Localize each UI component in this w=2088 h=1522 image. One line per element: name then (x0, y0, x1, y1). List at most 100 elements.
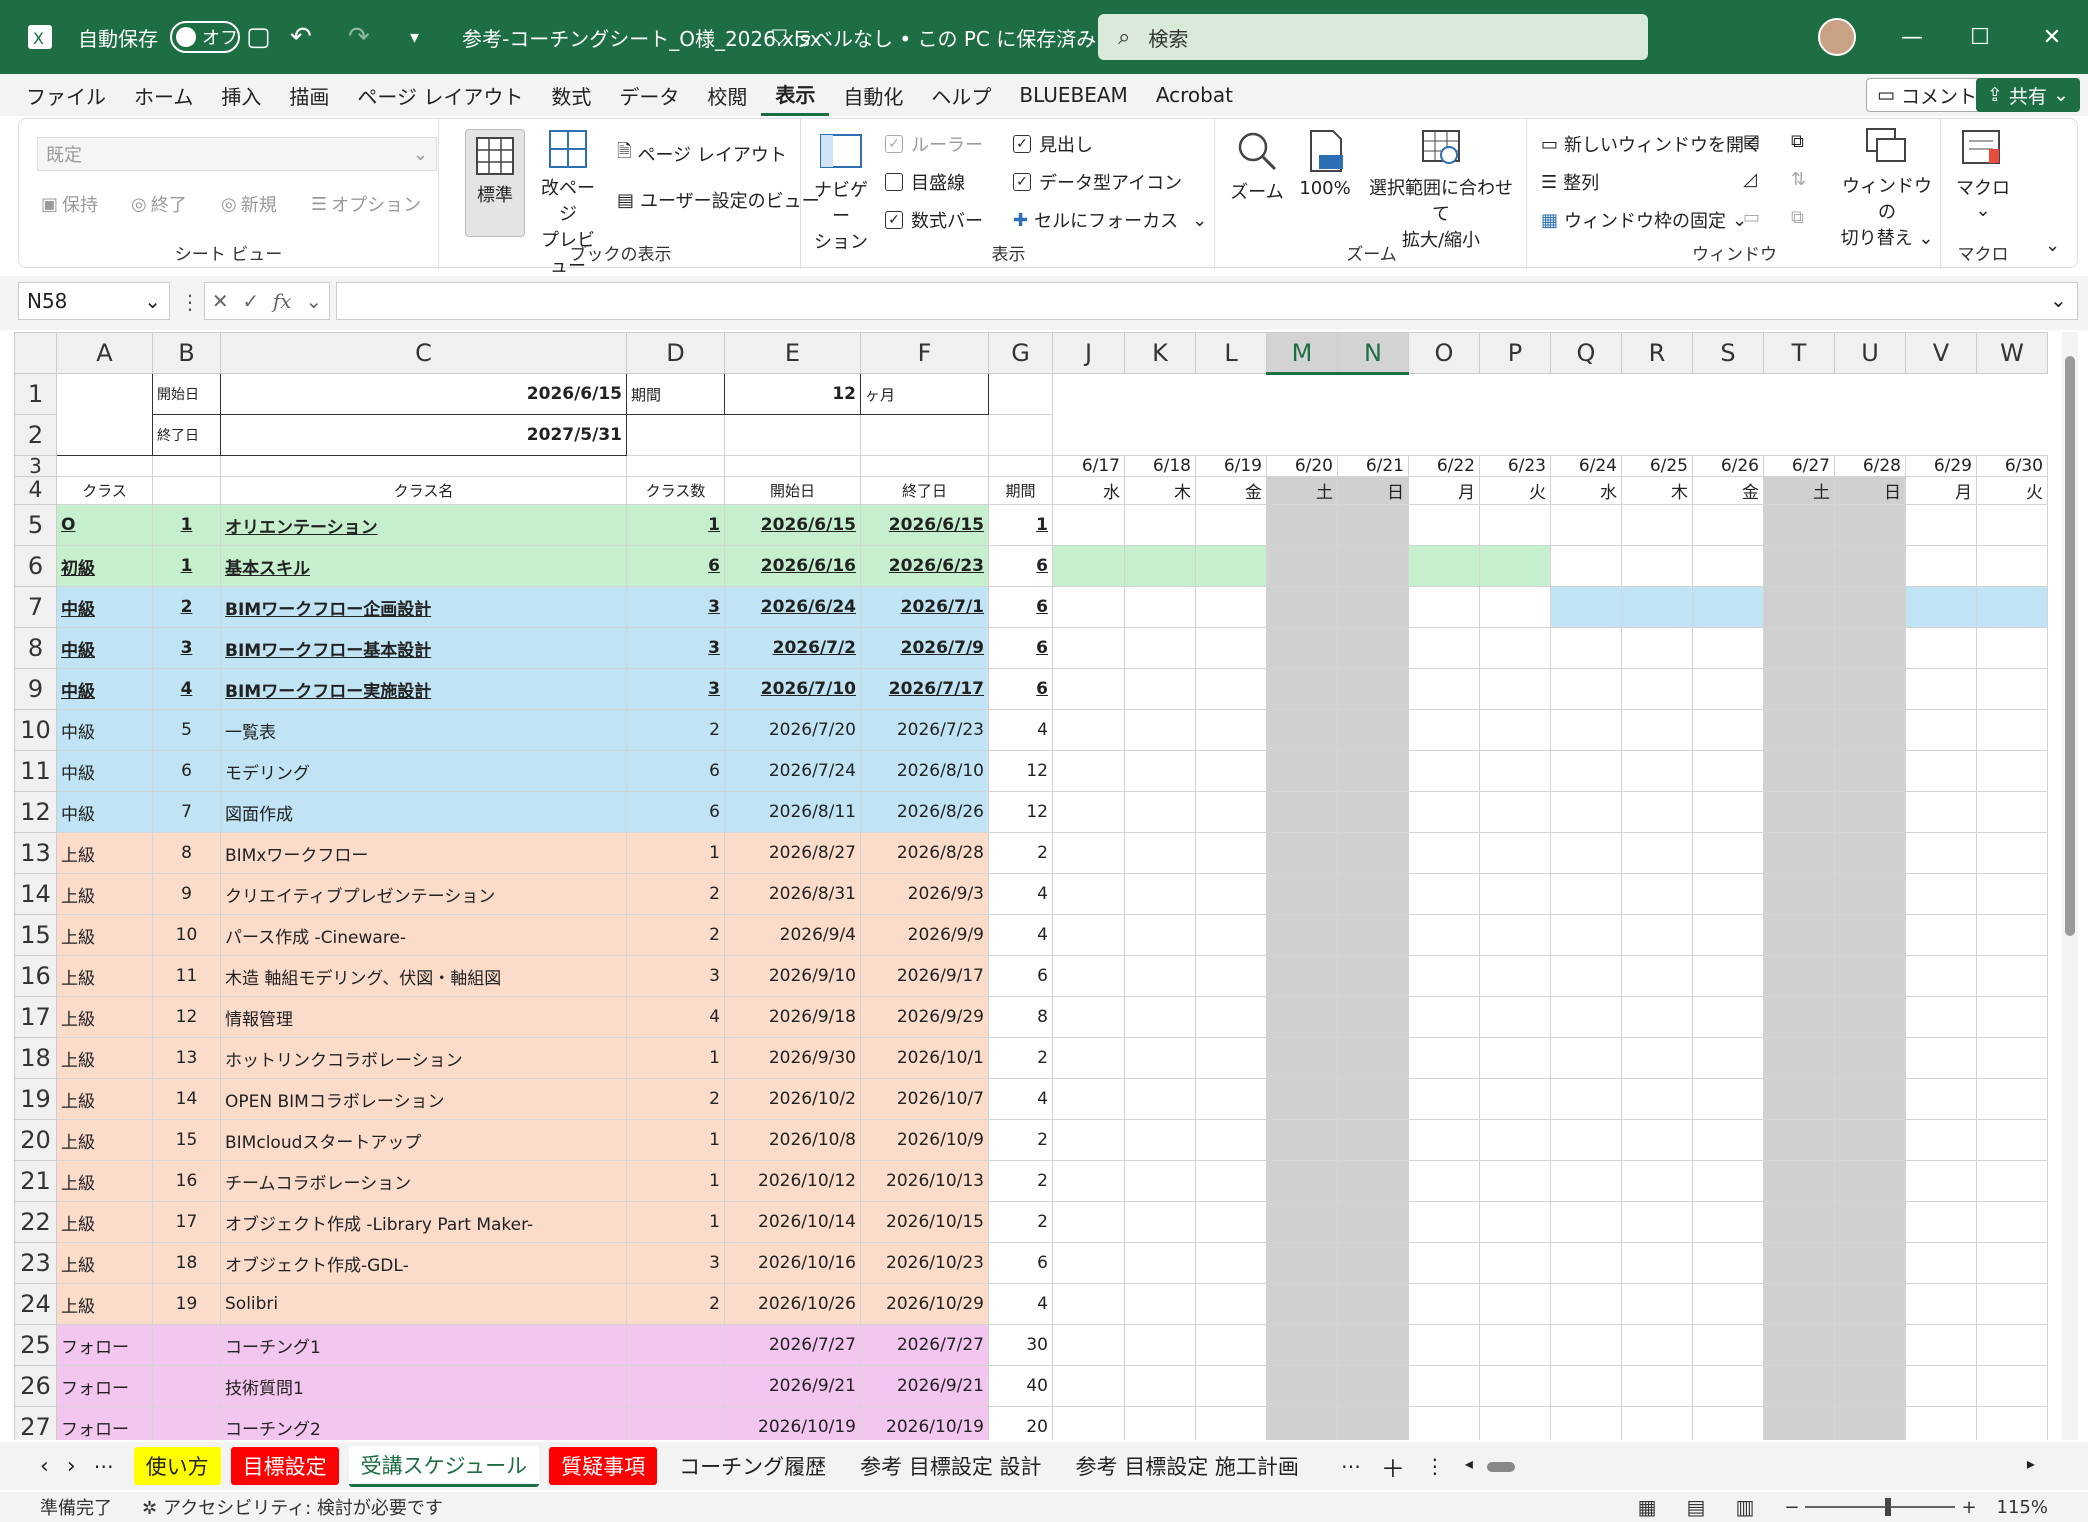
name-box[interactable]: N58 ⌄ (18, 282, 170, 320)
start-date-cell[interactable]: 2026/7/20 (724, 709, 861, 751)
start-date-cell[interactable]: 2026/8/27 (724, 832, 861, 874)
zoom-level[interactable]: 115% (1997, 1497, 2048, 1518)
cell[interactable]: 2027/5/31 (220, 414, 627, 456)
column-header[interactable]: R (1621, 332, 1693, 374)
row-header[interactable]: 26 (14, 1365, 57, 1407)
class-name-cell[interactable]: 一覧表 (220, 709, 627, 751)
schedule-cell[interactable] (1266, 873, 1338, 915)
schedule-cell[interactable] (1834, 791, 1906, 833)
schedule-cell[interactable] (1124, 627, 1196, 669)
start-date-cell[interactable]: 2026/6/15 (724, 504, 861, 546)
schedule-cell[interactable] (1052, 955, 1125, 997)
schedule-cell[interactable] (1124, 1078, 1196, 1120)
schedule-cell[interactable] (1976, 709, 2048, 751)
class-name-cell[interactable]: ホットリンクコラボレーション (220, 1037, 627, 1079)
schedule-cell[interactable] (1195, 996, 1267, 1038)
cell[interactable]: 終了日 (152, 414, 221, 456)
class-name-cell[interactable]: オリエンテーション (220, 504, 627, 546)
schedule-cell[interactable] (1195, 1324, 1267, 1366)
menu-file[interactable]: ファイル (12, 74, 120, 116)
schedule-cell[interactable] (1337, 873, 1409, 915)
schedule-cell[interactable] (1976, 586, 2048, 628)
schedule-cell[interactable] (1337, 1201, 1409, 1243)
schedule-cell[interactable] (1763, 545, 1835, 587)
schedule-cell[interactable] (1834, 914, 1906, 956)
schedule-cell[interactable] (1337, 1078, 1409, 1120)
date-header[interactable]: 6/17 (1052, 455, 1125, 477)
schedule-cell[interactable] (1905, 504, 1977, 546)
schedule-cell[interactable] (1763, 1242, 1835, 1284)
period-cell[interactable]: 6 (988, 545, 1053, 587)
class-name-cell[interactable]: クリエイティブプレゼンテーション (220, 873, 627, 915)
period-cell[interactable]: 4 (988, 709, 1053, 751)
schedule-cell[interactable] (1195, 668, 1267, 710)
schedule-cell[interactable] (1692, 1078, 1764, 1120)
column-header[interactable]: J (1052, 332, 1125, 374)
schedule-cell[interactable] (1124, 1201, 1196, 1243)
tab-usage[interactable]: 使い方 (133, 1447, 221, 1485)
schedule-cell[interactable] (1692, 791, 1764, 833)
schedule-cell[interactable] (1550, 545, 1622, 587)
schedule-cell[interactable] (1337, 586, 1409, 628)
class-name-cell[interactable]: BIMワークフロー企画設計 (220, 586, 627, 628)
zoom-out-icon[interactable]: − (1784, 1497, 1799, 1518)
schedule-cell[interactable] (1337, 668, 1409, 710)
weekday-header[interactable]: 火 (1976, 476, 2048, 505)
schedule-cell[interactable] (1976, 1324, 2048, 1366)
redo-icon[interactable]: ↷ (348, 0, 370, 74)
schedule-cell[interactable] (1337, 1365, 1409, 1407)
schedule-cell[interactable] (1124, 504, 1196, 546)
schedule-cell[interactable] (1905, 914, 1977, 956)
start-date-cell[interactable]: 2026/10/12 (724, 1160, 861, 1202)
class-cell[interactable]: 初級 (56, 545, 153, 587)
schedule-cell[interactable] (1052, 709, 1125, 751)
row-header[interactable]: 19 (14, 1078, 57, 1120)
schedule-cell[interactable] (1195, 1283, 1267, 1325)
schedule-cell[interactable] (1621, 955, 1693, 997)
new-view-button[interactable]: ◎ 新規 (221, 191, 277, 217)
schedule-cell[interactable] (1266, 750, 1338, 792)
schedule-cell[interactable] (1479, 1119, 1551, 1161)
count-cell[interactable]: 6 (626, 545, 725, 587)
cell[interactable]: ヶ月 (860, 373, 989, 415)
schedule-cell[interactable] (1905, 1283, 1977, 1325)
schedule-cell[interactable] (1692, 1037, 1764, 1079)
schedule-cell[interactable] (1692, 1160, 1764, 1202)
schedule-cell[interactable] (1266, 1037, 1338, 1079)
cancel-icon[interactable]: ✕ (212, 289, 229, 313)
schedule-cell[interactable] (1052, 1160, 1125, 1202)
normal-view-status-icon[interactable]: ▦ (1638, 1495, 1657, 1519)
close-icon[interactable]: ✕ (2016, 0, 2088, 74)
class-cell[interactable]: O (56, 504, 153, 546)
cell[interactable] (860, 414, 989, 456)
end-date-cell[interactable]: 2026/9/17 (860, 955, 989, 997)
class-name-cell[interactable]: チームコラボレーション (220, 1160, 627, 1202)
menu-acrobat[interactable]: Acrobat (1142, 74, 1247, 116)
schedule-cell[interactable] (1052, 1242, 1125, 1284)
schedule-cell[interactable] (1479, 545, 1551, 587)
row-header[interactable]: 14 (14, 873, 57, 915)
weekday-header[interactable]: 木 (1621, 476, 1693, 505)
cell[interactable] (56, 373, 153, 415)
schedule-cell[interactable] (1692, 996, 1764, 1038)
cell[interactable] (724, 414, 861, 456)
schedule-cell[interactable] (1692, 504, 1764, 546)
schedule-cell[interactable] (1692, 1283, 1764, 1325)
schedule-cell[interactable] (1408, 627, 1480, 669)
date-header[interactable]: 6/19 (1195, 455, 1267, 477)
cell[interactable] (1764, 415, 1835, 456)
cell[interactable] (1693, 415, 1764, 456)
row-header[interactable]: 2 (14, 414, 57, 456)
class-cell[interactable]: 中級 (56, 627, 153, 669)
class-name-cell[interactable]: BIMワークフロー基本設計 (220, 627, 627, 669)
schedule-cell[interactable] (1337, 832, 1409, 874)
cell[interactable] (1906, 415, 1977, 456)
schedule-cell[interactable] (1266, 1324, 1338, 1366)
start-date-cell[interactable]: 2026/6/24 (724, 586, 861, 628)
row-header[interactable]: 10 (14, 709, 57, 751)
row-header[interactable]: 16 (14, 955, 57, 997)
schedule-cell[interactable] (1976, 1078, 2048, 1120)
number-cell[interactable]: 16 (152, 1160, 221, 1202)
class-cell[interactable]: 中級 (56, 668, 153, 710)
schedule-cell[interactable] (1763, 1037, 1835, 1079)
